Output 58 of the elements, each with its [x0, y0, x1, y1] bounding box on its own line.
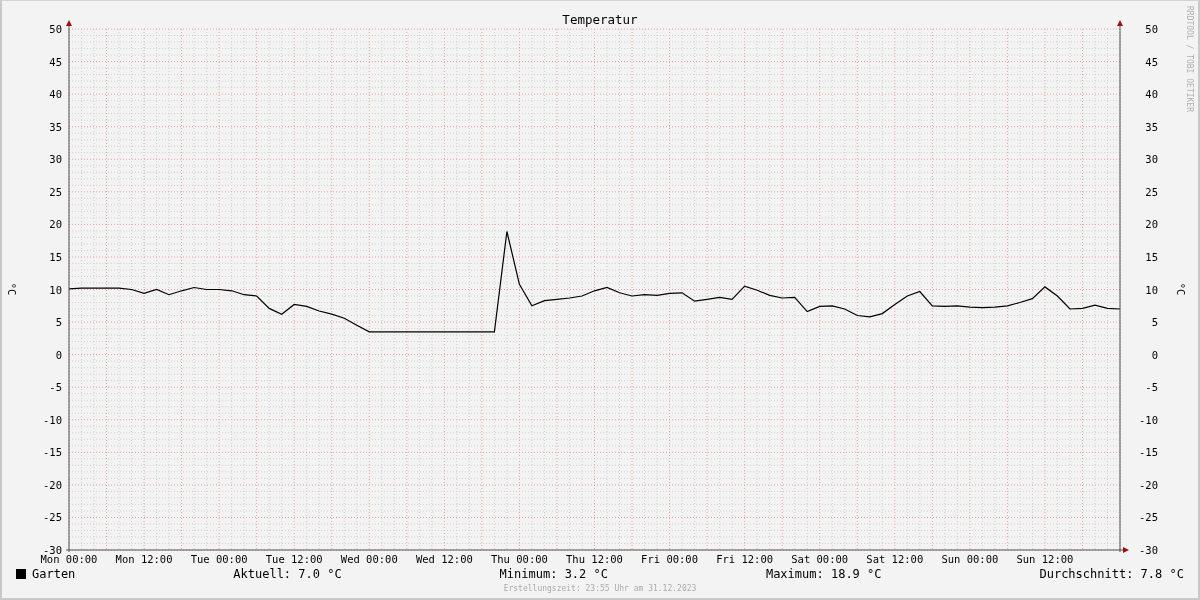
legend-stat: Maximum: 18.9 °C: [765, 567, 882, 581]
x-tick-label: Wed 00:00: [340, 553, 398, 565]
y-tick-label: 50: [49, 23, 62, 35]
y-tick-label: 10: [49, 283, 62, 296]
y-tick-label: 40: [49, 88, 62, 101]
y-axis-label: °C: [1175, 282, 1187, 296]
y-tick-label: -10: [1139, 413, 1158, 426]
y-tick-label: -25: [43, 511, 62, 524]
y-tick-label: 0: [55, 348, 62, 361]
y-tick-label: -30: [43, 544, 62, 556]
y-tick-label: -5: [49, 381, 62, 394]
y-tick-label: 35: [49, 120, 62, 133]
credit-text: RRDTOOL / TOBI OETIKER: [1185, 6, 1194, 112]
y-tick-label: 10: [1145, 283, 1158, 296]
y-tick-label: -30: [1139, 544, 1158, 556]
y-tick-label: 30: [49, 153, 62, 166]
legend-stat: Minimum: 3.2 °C: [499, 567, 608, 581]
x-tick-label: Sun 12:00: [1016, 553, 1074, 565]
y-tick-label: 5: [1151, 316, 1158, 329]
legend-stat: Durchschnitt: 7.8 °C: [1039, 567, 1184, 581]
y-tick-label: 15: [49, 250, 62, 263]
x-tick-label: Thu 12:00: [566, 553, 623, 565]
y-tick-label: 0: [1151, 348, 1158, 361]
y-tick-label: 30: [1145, 153, 1158, 166]
x-tick-label: Fri 00:00: [641, 553, 698, 565]
y-tick-label: 50: [1145, 23, 1158, 35]
y-tick-label: -25: [1139, 511, 1158, 524]
y-tick-label: -15: [1139, 446, 1158, 459]
x-tick-label: Mon 12:00: [115, 553, 173, 565]
y-tick-label: 20: [1145, 218, 1158, 231]
y-tick-label: 5: [55, 316, 62, 329]
y-tick-label: 20: [49, 218, 62, 231]
y-tick-label: -20: [43, 478, 62, 491]
y-axis-label: °C: [6, 282, 18, 296]
legend-label: Garten: [32, 567, 76, 581]
y-tick-label: 35: [1145, 120, 1158, 133]
y-tick-label: 25: [49, 185, 62, 198]
y-tick-label: -5: [1145, 381, 1158, 394]
x-tick-label: Sat 00:00: [791, 553, 849, 565]
y-tick-label: 15: [1145, 250, 1158, 263]
x-tick-label: Fri 12:00: [716, 553, 774, 565]
y-tick-label: -10: [43, 413, 62, 426]
x-tick-label: Sun 00:00: [941, 553, 999, 565]
y-tick-label: 45: [1145, 55, 1158, 68]
y-tick-label: -20: [1139, 478, 1158, 491]
x-tick-label: Tue 00:00: [190, 553, 248, 565]
footer-text: Erstellungszeit: 23:55 Uhr am 31.12.2023: [502, 584, 698, 593]
chart-title: Temperatur: [562, 12, 638, 27]
x-tick-label: Tue 12:00: [265, 553, 323, 565]
x-tick-label: Sat 12:00: [866, 553, 924, 565]
legend-stat: Aktuell: 7.0 °C: [233, 567, 342, 581]
y-tick-label: 40: [1145, 88, 1158, 101]
y-tick-label: 45: [49, 55, 62, 68]
x-tick-label: Wed 12:00: [415, 553, 473, 565]
x-tick-label: Thu 00:00: [491, 553, 548, 565]
y-tick-label: 25: [1145, 185, 1158, 198]
x-tick-label: Mon 00:00: [40, 553, 98, 565]
y-tick-label: -15: [43, 446, 62, 459]
